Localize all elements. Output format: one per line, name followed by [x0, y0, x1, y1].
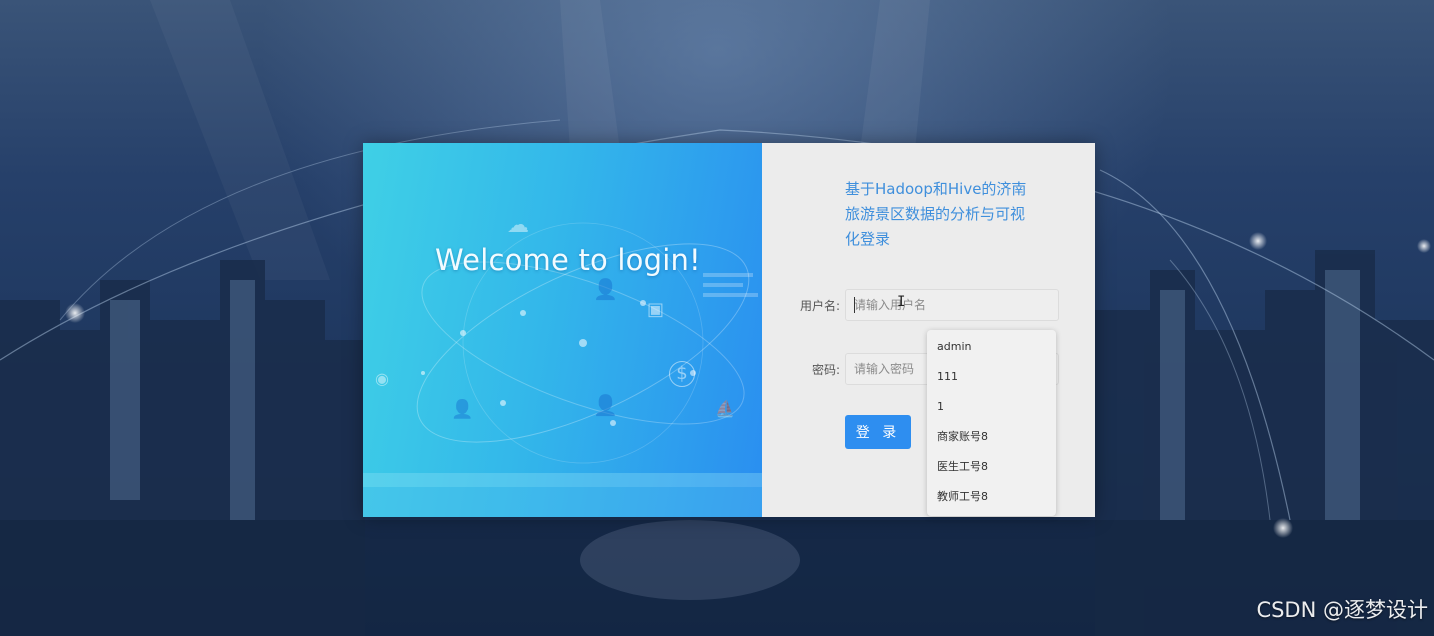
- briefcase-icon: ▣: [647, 299, 665, 320]
- app-title: 基于Hadoop和Hive的济南旅游景区数据的分析与可视化登录: [845, 180, 1027, 248]
- username-input[interactable]: [845, 289, 1059, 321]
- autocomplete-item[interactable]: 商家账号8: [927, 422, 1056, 452]
- csdn-watermark: CSDN @逐梦设计: [1256, 598, 1428, 622]
- autocomplete-item[interactable]: admin: [927, 332, 1056, 362]
- autocomplete-item[interactable]: 教师工号8: [927, 482, 1056, 512]
- autocomplete-item[interactable]: 111: [927, 362, 1056, 392]
- user-icon: 👤: [593, 277, 618, 301]
- welcome-panel: ☁ 👤 ▣ ◉ $ 👤 👤 ⛵ Welcome to login!: [363, 143, 762, 517]
- username-label: 用户名:: [799, 299, 840, 313]
- mouse-cursor-icon: I: [897, 294, 906, 310]
- welcome-heading: Welcome to login!: [435, 243, 701, 277]
- login-button[interactable]: 登 录: [845, 415, 911, 449]
- autocomplete-item[interactable]: 医生工号8: [927, 452, 1056, 482]
- user-icon: 👤: [451, 399, 474, 420]
- dollar-icon: $: [669, 361, 695, 387]
- user-icon: 👤: [593, 393, 618, 417]
- cloud-icon: ☁: [507, 213, 529, 238]
- welcome-illustration: [363, 222, 762, 517]
- password-label: 密码:: [811, 363, 840, 377]
- autocomplete-item[interactable]: 1: [927, 392, 1056, 422]
- text-caret: [854, 297, 855, 313]
- camera-icon: ◉: [375, 369, 389, 388]
- username-autocomplete-list: admin 111 1 商家账号8 医生工号8 教师工号8: [927, 330, 1056, 516]
- boat-icon: ⛵: [715, 399, 735, 418]
